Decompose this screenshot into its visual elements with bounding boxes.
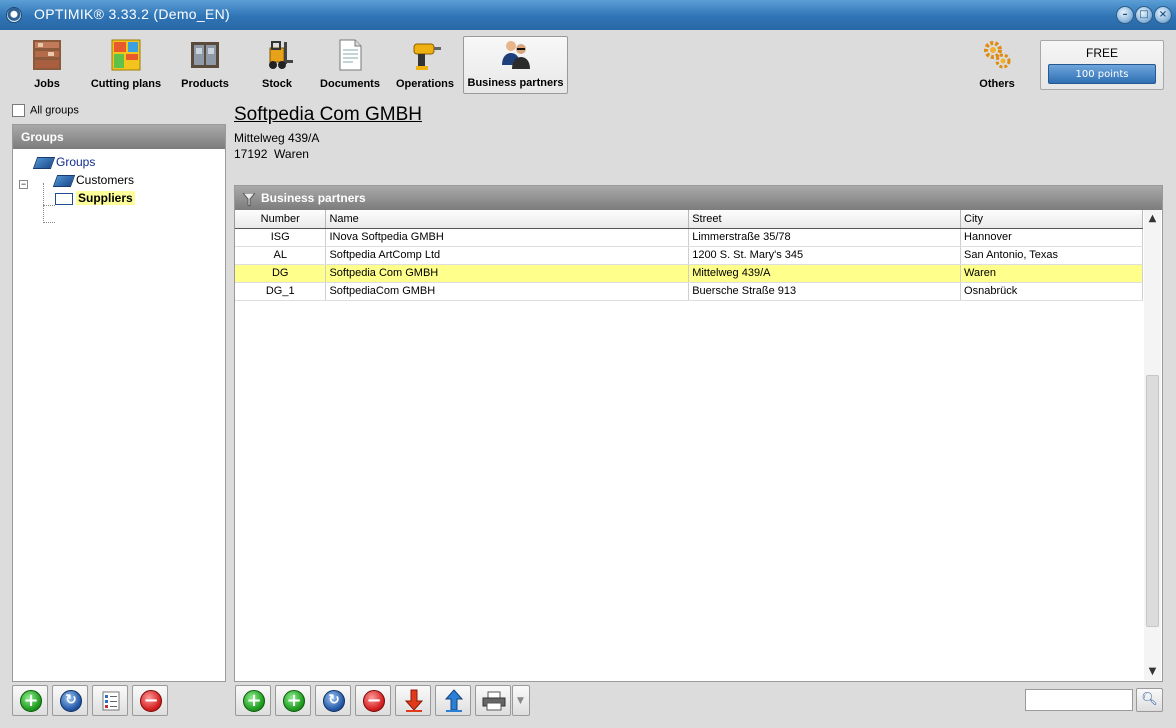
drill-icon: [408, 38, 442, 72]
column-header-city[interactable]: City: [960, 210, 1143, 229]
toolbar-business-partners[interactable]: Business partners: [463, 36, 568, 94]
list-icon: [102, 691, 120, 714]
partner-name: Softpedia Com GMBH: [234, 104, 422, 125]
license-label: FREE: [1085, 46, 1118, 60]
plus-icon: +: [243, 690, 265, 712]
plus-icon: +: [20, 690, 42, 712]
products-icon: [188, 38, 222, 72]
vertical-scrollbar[interactable]: ▲ ▼: [1144, 210, 1161, 680]
points-button[interactable]: 100 points: [1048, 64, 1156, 84]
close-button[interactable]: ×: [1154, 6, 1172, 24]
scroll-up-icon[interactable]: ▲: [1144, 210, 1161, 227]
import-button[interactable]: [395, 685, 431, 716]
title-bar: OPTIMIK® 3.33.2 (Demo_EN) – □ ×: [0, 0, 1176, 30]
table-row[interactable]: DG_1 SoftpediaCom GMBH Buersche Straße 9…: [235, 282, 1143, 301]
shelves-icon: [30, 38, 64, 72]
filter-icon[interactable]: [241, 191, 257, 207]
grid-panel-header: Business partners: [235, 186, 1162, 210]
refresh-partners-button[interactable]: ↻: [315, 685, 351, 716]
scroll-thumb[interactable]: [1146, 375, 1159, 627]
minimize-button[interactable]: –: [1116, 6, 1134, 24]
refresh-groups-button[interactable]: ↻: [52, 685, 88, 716]
main-toolbar: Jobs Cutting plans Products Stock Docume…: [0, 30, 1176, 98]
chevron-down-icon: ▼: [517, 696, 524, 706]
maximize-button[interactable]: □: [1135, 6, 1153, 24]
plus-star-icon: +: [283, 690, 305, 712]
toolbar-stock[interactable]: Stock: [250, 38, 304, 94]
column-header-name[interactable]: Name: [325, 210, 690, 229]
app-icon[interactable]: [6, 7, 22, 23]
add-group-button[interactable]: +: [12, 685, 48, 716]
tree-node-groups[interactable]: Groups: [35, 153, 95, 171]
minus-icon: −: [363, 690, 385, 712]
toolbar-documents[interactable]: Documents: [320, 38, 380, 94]
table-row[interactable]: ISG INova Softpedia GMBH Limmerstraße 35…: [235, 228, 1143, 247]
book-icon: [35, 157, 52, 168]
column-header-number[interactable]: Number: [235, 210, 327, 229]
print-button[interactable]: [475, 685, 511, 716]
search-button[interactable]: 🔍︎: [1136, 688, 1163, 712]
search-input[interactable]: [1025, 689, 1133, 711]
tree-node-customers[interactable]: Customers: [55, 171, 134, 189]
toolbar-cutting-plans[interactable]: Cutting plans: [90, 38, 162, 94]
book-icon: [55, 175, 72, 186]
print-options-button[interactable]: ▼: [512, 685, 530, 716]
business-partners-panel: Business partners Number Name Street Cit…: [234, 185, 1163, 682]
refresh-icon: ↻: [323, 690, 345, 712]
arrow-up-icon: [444, 689, 464, 716]
add-partner-copy-button[interactable]: +: [275, 685, 311, 716]
minus-icon: −: [140, 690, 162, 712]
column-header-street[interactable]: Street: [688, 210, 962, 229]
tree-node-suppliers[interactable]: Suppliers: [55, 189, 135, 207]
scroll-down-icon[interactable]: ▼: [1144, 663, 1161, 680]
forklift-icon: [260, 38, 294, 72]
window-title: OPTIMIK® 3.33.2 (Demo_EN): [34, 6, 230, 22]
toolbar-products[interactable]: Products: [178, 38, 232, 94]
partner-city-line: 17192 Waren: [234, 147, 309, 161]
open-book-icon: [55, 193, 73, 206]
license-box[interactable]: FREE 100 points: [1040, 40, 1164, 90]
cutting-plan-icon: [109, 38, 143, 72]
arrow-down-icon: [404, 689, 424, 716]
delete-partner-button[interactable]: −: [355, 685, 391, 716]
groups-panel-header: Groups: [13, 125, 225, 149]
export-button[interactable]: [435, 685, 471, 716]
groups-tree: − Groups Customers Suppliers: [13, 149, 225, 669]
delete-group-button[interactable]: −: [132, 685, 168, 716]
toolbar-jobs[interactable]: Jobs: [20, 38, 74, 94]
toolbar-others[interactable]: Others: [972, 38, 1022, 94]
toolbar-operations[interactable]: Operations: [394, 38, 456, 94]
refresh-icon: ↻: [60, 690, 82, 712]
collapse-toggle[interactable]: −: [19, 180, 28, 189]
partner-address: Mittelweg 439/A 17192 Waren: [234, 130, 319, 162]
partner-street: Mittelweg 439/A: [234, 131, 320, 145]
partners-table: Number Name Street City ISG INova Softpe…: [235, 210, 1143, 301]
printer-icon: [482, 691, 506, 714]
all-groups-checkbox[interactable]: [12, 104, 25, 117]
table-row-selected[interactable]: DG Softpedia Com GMBH Mittelweg 439/A Wa…: [235, 264, 1143, 283]
groups-panel: Groups − Groups Customers Suppliers: [12, 124, 226, 682]
search-icon: 🔍︎: [1141, 692, 1158, 707]
document-icon: [333, 38, 367, 72]
table-row[interactable]: AL Softpedia ArtComp Ltd 1200 S. St. Mar…: [235, 246, 1143, 265]
people-icon: [499, 37, 533, 71]
gear-icon: [980, 38, 1014, 72]
add-partner-button[interactable]: +: [235, 685, 271, 716]
group-properties-button[interactable]: [92, 685, 128, 716]
all-groups-toggle[interactable]: All groups: [12, 104, 79, 120]
